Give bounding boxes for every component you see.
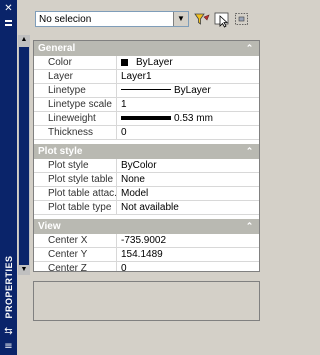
- property-value[interactable]: Not available: [118, 201, 259, 214]
- selection-dropdown[interactable]: No selecion ▼: [35, 11, 189, 27]
- scroll-thumb[interactable]: [19, 47, 29, 265]
- chevron-down-icon[interactable]: ▼: [173, 12, 188, 26]
- property-label: Plot table type: [34, 201, 117, 214]
- property-label: Center Y: [34, 248, 117, 261]
- property-value[interactable]: 1: [118, 98, 259, 111]
- property-row-thickness[interactable]: Thickness 0: [34, 126, 259, 140]
- properties-toolbar: No selecion ▼: [17, 0, 261, 34]
- property-value[interactable]: ByLayer: [118, 56, 259, 69]
- property-row-plot-style-table[interactable]: Plot style table None: [34, 173, 259, 187]
- section-header-plot-style[interactable]: Plot style ⌃: [34, 144, 259, 159]
- property-label: Center X: [34, 234, 117, 247]
- section-plot-style: Plot style ⌃ Plot style ByColor Plot sty…: [34, 144, 259, 215]
- autohide-icon[interactable]: ⇆: [3, 326, 14, 337]
- property-row-plot-table-attached[interactable]: Plot table attac... Model: [34, 187, 259, 201]
- property-row-center-y[interactable]: Center Y 154.1489: [34, 248, 259, 262]
- pickadd-icon[interactable]: [233, 11, 251, 28]
- property-row-plot-style[interactable]: Plot style ByColor: [34, 159, 259, 173]
- property-row-layer[interactable]: Layer Layer1: [34, 70, 259, 84]
- property-value[interactable]: 0: [118, 126, 259, 139]
- property-label: Plot style: [34, 159, 117, 172]
- property-value[interactable]: ByLayer: [118, 84, 259, 97]
- property-row-linetype[interactable]: Linetype ByLayer: [34, 84, 259, 98]
- grip-line: [5, 24, 12, 26]
- property-row-plot-table-type[interactable]: Plot table type Not available: [34, 201, 259, 215]
- selection-dropdown-value: No selecion: [39, 14, 92, 25]
- section-header-view[interactable]: View ⌃: [34, 219, 259, 234]
- palette-title: PROPERTIES: [3, 255, 14, 319]
- property-value[interactable]: Model: [118, 187, 259, 200]
- grip-line: [5, 20, 12, 22]
- palette-titlebar[interactable]: ✕ PROPERTIES ⇆ ≡: [0, 0, 17, 355]
- properties-menu-icon[interactable]: ≡: [3, 341, 14, 352]
- collapse-icon[interactable]: ⌃: [244, 146, 255, 157]
- property-label: Color: [34, 56, 117, 69]
- collapse-icon[interactable]: ⌃: [244, 43, 255, 54]
- property-row-center-z[interactable]: Center Z 0: [34, 262, 259, 271]
- property-row-color[interactable]: Color ByLayer: [34, 56, 259, 70]
- property-value[interactable]: Layer1: [118, 70, 259, 83]
- property-label: Thickness: [34, 126, 117, 139]
- property-value[interactable]: 0: [118, 262, 259, 271]
- property-label: Center Z: [34, 262, 117, 271]
- property-row-center-x[interactable]: Center X -735.9002: [34, 234, 259, 248]
- linetype-preview: [121, 89, 171, 90]
- property-value[interactable]: None: [118, 173, 259, 186]
- section-general: General ⌃ Color ByLayer Layer Layer1 Lin…: [34, 41, 259, 140]
- description-panel: [33, 281, 260, 321]
- color-swatch: [121, 59, 128, 66]
- section-header-general[interactable]: General ⌃: [34, 41, 259, 56]
- property-label: Linetype scale: [34, 98, 117, 111]
- collapse-icon[interactable]: ⌃: [244, 221, 255, 232]
- property-label: Lineweight: [34, 112, 117, 125]
- property-label: Plot style table: [34, 173, 117, 186]
- property-value[interactable]: ByColor: [118, 159, 259, 172]
- properties-panel: No selecion ▼ ▲ ▼ General ⌃ Color ByLaye…: [17, 0, 261, 355]
- close-icon[interactable]: ✕: [3, 3, 14, 14]
- property-value[interactable]: -735.9002: [118, 234, 259, 247]
- property-value[interactable]: 154.1489: [118, 248, 259, 261]
- section-view: View ⌃ Center X -735.9002 Center Y 154.1…: [34, 219, 259, 271]
- property-value[interactable]: 0.53 mm: [118, 112, 259, 125]
- vertical-scrollbar[interactable]: ▲ ▼: [18, 35, 30, 275]
- select-objects-icon[interactable]: [213, 11, 231, 28]
- property-label: Linetype: [34, 84, 117, 97]
- property-grid: General ⌃ Color ByLayer Layer Layer1 Lin…: [33, 40, 260, 272]
- property-row-lineweight[interactable]: Lineweight 0.53 mm: [34, 112, 259, 126]
- scroll-down-icon[interactable]: ▼: [18, 265, 30, 275]
- property-row-linetype-scale[interactable]: Linetype scale 1: [34, 98, 259, 112]
- scroll-up-icon[interactable]: ▲: [18, 35, 30, 45]
- quick-select-icon[interactable]: [193, 11, 211, 28]
- property-label: Layer: [34, 70, 117, 83]
- property-label: Plot table attac...: [34, 187, 117, 200]
- lineweight-preview: [121, 116, 171, 120]
